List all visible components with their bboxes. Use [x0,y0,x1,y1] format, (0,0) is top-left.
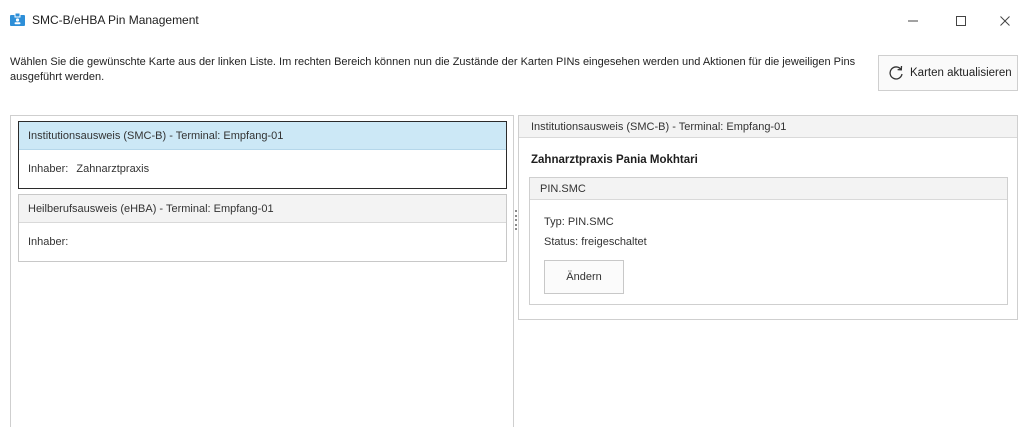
owner-label: Inhaber: [28,236,69,248]
refresh-cards-label: Karten aktualisieren [910,67,1012,79]
card-detail-panel: Institutionsausweis (SMC-B) - Terminal: … [518,115,1018,320]
pin-group: PIN.SMC Typ: PIN.SMC Status: freigeschal… [529,177,1008,305]
card-title: Heilberufsausweis (eHBA) - Terminal: Emp… [19,195,506,223]
splitter-dot [515,223,517,226]
card-list-panel: Institutionsausweis (SMC-B) - Terminal: … [10,115,514,427]
minimize-icon [908,20,918,22]
minimize-button[interactable] [898,10,928,32]
splitter-dot [515,214,517,217]
refresh-cards-button[interactable]: Karten aktualisieren [878,55,1018,91]
splitter-dot [515,210,517,212]
card-owner-row: Inhaber: Zahnarztpraxis [19,150,506,188]
owner-value: Zahnarztpraxis [76,163,150,175]
refresh-icon [889,65,903,80]
title-bar: SMC-B/eHBA Pin Management [0,0,1019,40]
card-item-ehba[interactable]: Heilberufsausweis (eHBA) - Terminal: Emp… [18,194,507,262]
owner-label: Inhaber: [28,163,69,175]
detail-header: Institutionsausweis (SMC-B) - Terminal: … [519,116,1017,138]
splitter-dot [515,228,517,230]
window-title: SMC-B/eHBA Pin Management [32,13,199,27]
close-icon [1000,16,1010,26]
close-button[interactable] [990,10,1019,32]
instructions-text: Wählen Sie die gewünschte Karte aus der … [10,56,856,83]
pin-status: Status: freigeschaltet [544,236,647,248]
detail-owner: Zahnarztpraxis Pania Mokhtari [531,154,698,166]
pin-name: PIN.SMC [530,178,1007,200]
pin-type: Typ: PIN.SMC [544,216,614,228]
change-pin-button[interactable]: Ändern [544,260,624,294]
card-item-smcb[interactable]: Institutionsausweis (SMC-B) - Terminal: … [18,121,507,189]
card-owner-row: Inhaber: [19,223,506,261]
app-card-icon [10,13,25,26]
card-title: Institutionsausweis (SMC-B) - Terminal: … [19,122,506,150]
maximize-icon [956,16,966,26]
splitter-dot [515,219,517,221]
maximize-button[interactable] [946,10,976,32]
